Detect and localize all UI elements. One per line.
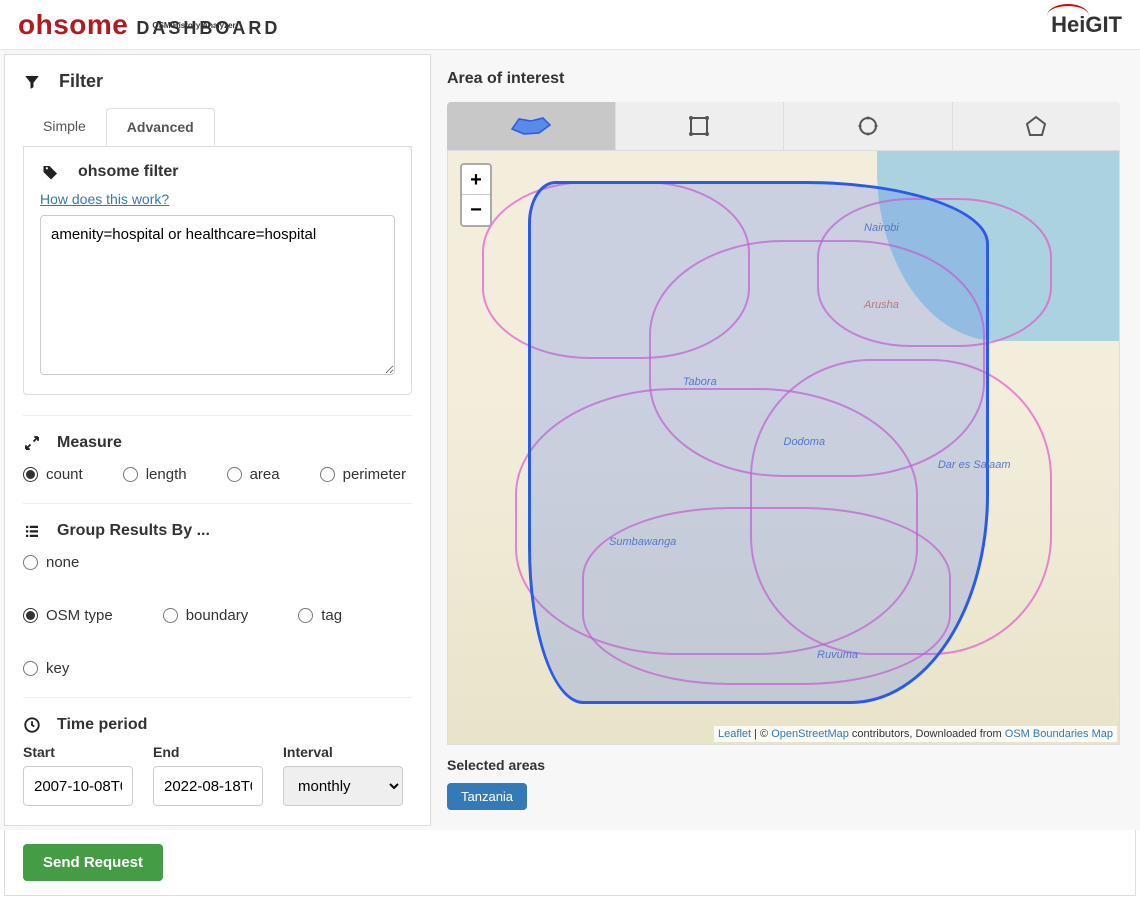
ohsome-filter-label: ohsome filter <box>78 163 178 181</box>
expand-icon <box>23 434 41 452</box>
map-attribution: Leaflet | © OpenStreetMap contributors, … <box>714 726 1117 742</box>
clock-icon <box>23 716 41 734</box>
tool-boundary[interactable] <box>447 102 616 150</box>
filter-title: Filter <box>23 71 412 92</box>
zoom-in-button[interactable]: + <box>462 165 490 195</box>
aoi-toolbar <box>447 102 1120 150</box>
time-section: Time period Start End Interval monthly <box>23 697 412 806</box>
selected-areas-label: Selected areas <box>447 757 1120 773</box>
end-input[interactable] <box>153 766 263 806</box>
measure-head: Measure <box>23 434 412 452</box>
start-input[interactable] <box>23 766 133 806</box>
groupby-head: Group Results By ... <box>23 522 412 540</box>
tab-simple[interactable]: Simple <box>23 108 106 146</box>
attr-sep: | © <box>751 728 771 740</box>
zoom-out-button[interactable]: − <box>462 195 490 225</box>
tool-rectangle[interactable] <box>616 102 785 150</box>
attr-osm[interactable]: OpenStreetMap <box>771 728 849 740</box>
radio-area-label: area <box>250 466 280 483</box>
brand-subtitle: OSM History Analyzer <box>152 21 235 30</box>
interval-label: Interval <box>283 744 403 760</box>
interval-select[interactable]: monthly <box>283 766 403 806</box>
map[interactable]: + − Leaflet | © OpenStreetMap contributo… <box>447 150 1120 745</box>
aoi-title: Area of interest <box>447 70 1120 88</box>
radio-count[interactable]: count <box>23 466 83 483</box>
radio-perimeter[interactable]: perimeter <box>320 466 406 483</box>
radio-boundary-label: boundary <box>186 607 249 624</box>
radio-osmtype-label: OSM type <box>46 607 113 624</box>
filter-tabs: Simple Advanced <box>23 108 412 147</box>
radio-length-label: length <box>146 466 187 483</box>
end-label: End <box>153 744 263 760</box>
partner-logo[interactable]: HeiGIT <box>1051 12 1122 38</box>
tab-advanced[interactable]: Advanced <box>106 108 215 146</box>
selected-areas: Selected areas Tanzania <box>447 757 1120 810</box>
radio-length[interactable]: length <box>123 466 187 483</box>
advanced-filter-box: ohsome filter How does this work? <box>23 146 412 395</box>
radio-none-label: none <box>46 554 79 571</box>
groupby-title: Group Results By ... <box>57 522 210 540</box>
radio-area[interactable]: area <box>227 466 280 483</box>
filter-icon <box>23 73 41 91</box>
main: Filter Simple Advanced ohsome filter How… <box>0 50 1140 830</box>
ohsome-filter-head: ohsome filter <box>40 163 395 181</box>
radio-count-label: count <box>46 466 83 483</box>
attr-mid: contributors, Downloaded from <box>849 728 1005 740</box>
filter-title-text: Filter <box>59 71 103 92</box>
tool-circle[interactable] <box>784 102 953 150</box>
list-icon <box>23 522 41 540</box>
time-title: Time period <box>57 716 147 734</box>
filter-query-input[interactable] <box>40 215 395 375</box>
time-head: Time period <box>23 716 412 734</box>
tags-icon <box>40 163 62 181</box>
radio-perimeter-label: perimeter <box>343 466 406 483</box>
brand: ohsome DASHBOARD OSM History Analyzer <box>18 9 372 41</box>
measure-section: Measure count length area perimeter <box>23 415 412 483</box>
send-request-button[interactable]: Send Request <box>23 844 163 881</box>
groupby-radios: none OSM type boundary tag key <box>23 554 403 677</box>
radio-tag[interactable]: tag <box>298 607 342 624</box>
measure-radios: count length area perimeter <box>23 466 412 483</box>
rectangle-icon <box>688 115 710 137</box>
top-bar: ohsome DASHBOARD OSM History Analyzer He… <box>0 0 1140 50</box>
polygon-icon <box>1025 115 1047 137</box>
attr-leaflet[interactable]: Leaflet <box>718 728 751 740</box>
radio-key[interactable]: key <box>23 660 69 677</box>
radio-osmtype[interactable]: OSM type <box>23 607 113 624</box>
action-bar: Send Request <box>4 830 1136 896</box>
area-chip[interactable]: Tanzania <box>447 783 527 810</box>
selected-polygon <box>528 181 989 704</box>
radio-boundary[interactable]: boundary <box>163 607 249 624</box>
radio-tag-label: tag <box>321 607 342 624</box>
start-label: Start <box>23 744 133 760</box>
attr-bounds[interactable]: OSM Boundaries Map <box>1005 728 1113 740</box>
radio-key-label: key <box>46 660 69 677</box>
right-panel: Area of interest + − Le <box>431 54 1136 826</box>
help-link[interactable]: How does this work? <box>40 191 395 207</box>
groupby-section: Group Results By ... none OSM type bound… <box>23 503 412 677</box>
measure-title: Measure <box>57 434 122 452</box>
circle-icon <box>857 115 879 137</box>
tool-polygon[interactable] <box>953 102 1121 150</box>
time-row: Start End Interval monthly <box>23 744 412 806</box>
zoom-control: + − <box>460 163 492 227</box>
left-panel: Filter Simple Advanced ohsome filter How… <box>4 54 431 826</box>
boundary-icon <box>509 115 553 137</box>
radio-none[interactable]: none <box>23 554 403 571</box>
brand-name: ohsome <box>18 9 128 41</box>
